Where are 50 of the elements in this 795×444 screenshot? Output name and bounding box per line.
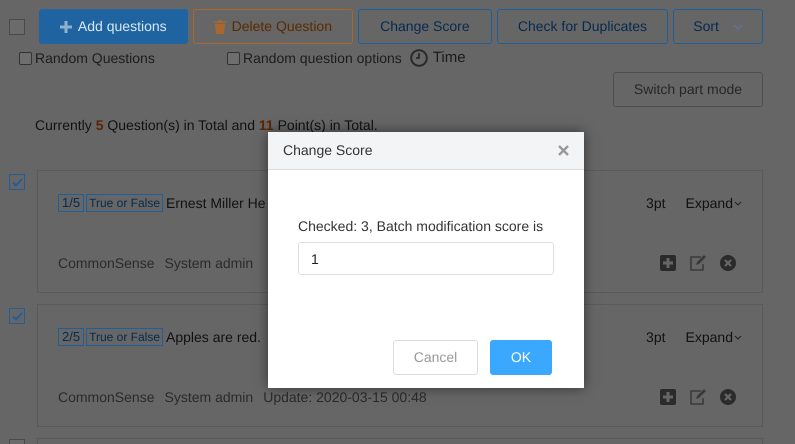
add-icon[interactable]: [660, 389, 676, 405]
switch-mode-button[interactable]: Switch part mode: [613, 72, 763, 107]
checkbox[interactable]: [9, 174, 25, 190]
category-text: CommonSense: [58, 388, 154, 406]
trash-icon: [214, 20, 226, 34]
question-number: 1/5: [58, 194, 84, 212]
checkbox[interactable]: [19, 52, 32, 64]
checkbox[interactable]: [9, 18, 25, 34]
score-text: 3pt: [646, 328, 666, 347]
add-button[interactable]: Add questions: [39, 9, 188, 44]
score-text: 3pt: [646, 194, 666, 213]
category-text: CommonSense: [58, 254, 154, 272]
delete-button[interactable]: Delete Question: [192, 9, 354, 44]
type-tag: True or False: [86, 194, 163, 212]
close-icon[interactable]: [720, 389, 736, 405]
clock-icon: [410, 49, 428, 67]
dialog-title: Change Score: [283, 141, 373, 160]
summary-text: Currently 5 Question(s) in Total and 11 Point(s) in Total.: [35, 116, 379, 135]
close-icon[interactable]: [558, 145, 569, 156]
checkbox-label: Random Questions: [35, 48, 155, 68]
toolbar-button[interactable]: Check for Duplicates: [496, 9, 668, 44]
question-text: Ernest Miller He: [166, 194, 266, 212]
question-text: Apples are red.: [166, 328, 261, 347]
question-number: 2/5: [58, 328, 84, 346]
ok-button[interactable]: OK: [490, 340, 552, 375]
toolbar-button[interactable]: Change Score: [358, 9, 492, 44]
field-label: Checked: 3, Batch modification score is: [298, 217, 544, 236]
plus-icon: [60, 20, 72, 32]
author-text: System admin: [164, 254, 254, 273]
checkmark-icon: [12, 178, 22, 186]
sort-dropdown[interactable]: Sort: [673, 9, 763, 44]
checkbox-label: Random question options: [243, 48, 402, 68]
edit-icon[interactable]: [689, 389, 707, 405]
edit-icon[interactable]: [689, 255, 707, 271]
update-text: Update: 2020-03-15 00:48: [263, 388, 427, 407]
chevron-down-icon: [734, 334, 742, 340]
checkbox[interactable]: [9, 308, 25, 324]
type-tag: True or False: [86, 328, 163, 346]
add-icon[interactable]: [660, 255, 676, 271]
expand-toggle[interactable]: Expand: [686, 192, 742, 214]
cancel-button[interactable]: Cancel: [393, 340, 478, 375]
checkmark-icon: [12, 312, 22, 320]
expand-toggle[interactable]: Expand: [686, 326, 742, 348]
chevron-down-icon: [732, 24, 743, 30]
time-label: Time: [432, 48, 466, 68]
close-icon[interactable]: [720, 255, 736, 271]
checkbox[interactable]: [227, 52, 240, 64]
author-text: System admin: [164, 388, 254, 407]
chevron-down-icon: [734, 200, 742, 206]
score-input[interactable]: 1: [298, 242, 554, 275]
